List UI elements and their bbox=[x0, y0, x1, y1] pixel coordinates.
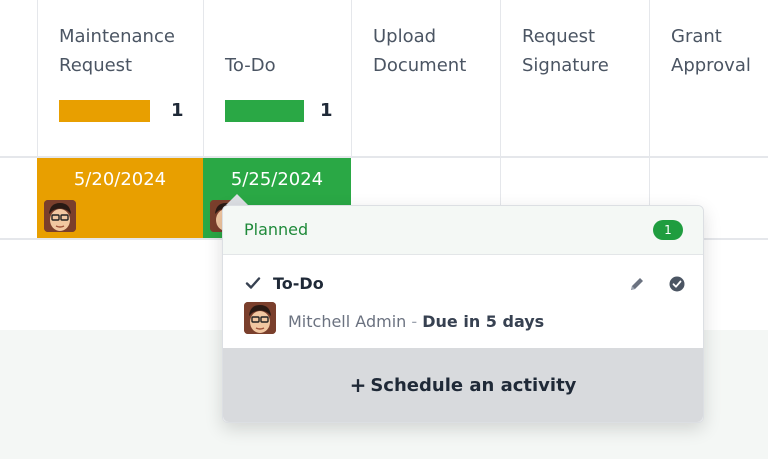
due-label: Due in 5 days bbox=[422, 312, 545, 331]
user-avatar bbox=[44, 200, 76, 232]
done-circle-check-icon[interactable] bbox=[669, 276, 685, 292]
assignee-name: Mitchell Admin bbox=[288, 312, 407, 331]
schedule-activity-button[interactable]: + Schedule an activity bbox=[223, 348, 703, 422]
column-label: Request Signature bbox=[522, 26, 609, 76]
column-row-header bbox=[0, 0, 38, 157]
column-grant-approval[interactable]: Grant Approval bbox=[649, 0, 768, 157]
separator: - bbox=[411, 312, 418, 331]
row-header-cell bbox=[0, 158, 38, 239]
progress-bar bbox=[59, 100, 150, 122]
popover-title: Planned bbox=[244, 220, 309, 239]
activity-popover: Planned 1 To-Do Mitchell Admin - Due in … bbox=[222, 205, 704, 423]
column-count: 1 bbox=[320, 100, 333, 121]
activity-date: 5/25/2024 bbox=[230, 169, 324, 190]
column-count: 1 bbox=[171, 100, 184, 121]
column-label: To-Do bbox=[225, 55, 276, 76]
popover-header: Planned 1 bbox=[223, 206, 703, 255]
column-progress: 1 bbox=[59, 100, 189, 122]
activity-assignee-line: Mitchell Admin - Due in 5 days bbox=[288, 312, 544, 331]
column-todo[interactable]: To-Do 1 bbox=[203, 0, 352, 157]
activity-title: To-Do bbox=[273, 274, 324, 293]
column-maintenance-request[interactable]: Maintenance Request 1 bbox=[37, 0, 204, 157]
column-request-signature[interactable]: Request Signature bbox=[500, 0, 650, 157]
column-label: Grant Approval bbox=[671, 26, 751, 76]
user-avatar bbox=[244, 302, 276, 334]
planned-count-badge: 1 bbox=[653, 220, 683, 240]
plus-icon: + bbox=[349, 373, 367, 397]
pencil-icon[interactable] bbox=[629, 276, 645, 292]
column-upload-document[interactable]: Upload Document bbox=[351, 0, 501, 157]
column-label: Maintenance Request bbox=[59, 26, 175, 76]
schedule-activity-label: Schedule an activity bbox=[370, 374, 577, 396]
activity-date: 5/20/2024 bbox=[73, 169, 167, 190]
popover-arrow bbox=[226, 194, 248, 205]
progress-bar bbox=[225, 100, 304, 122]
column-label: Upload Document bbox=[373, 26, 467, 76]
check-icon bbox=[245, 275, 261, 291]
column-progress: 1 bbox=[225, 100, 335, 122]
